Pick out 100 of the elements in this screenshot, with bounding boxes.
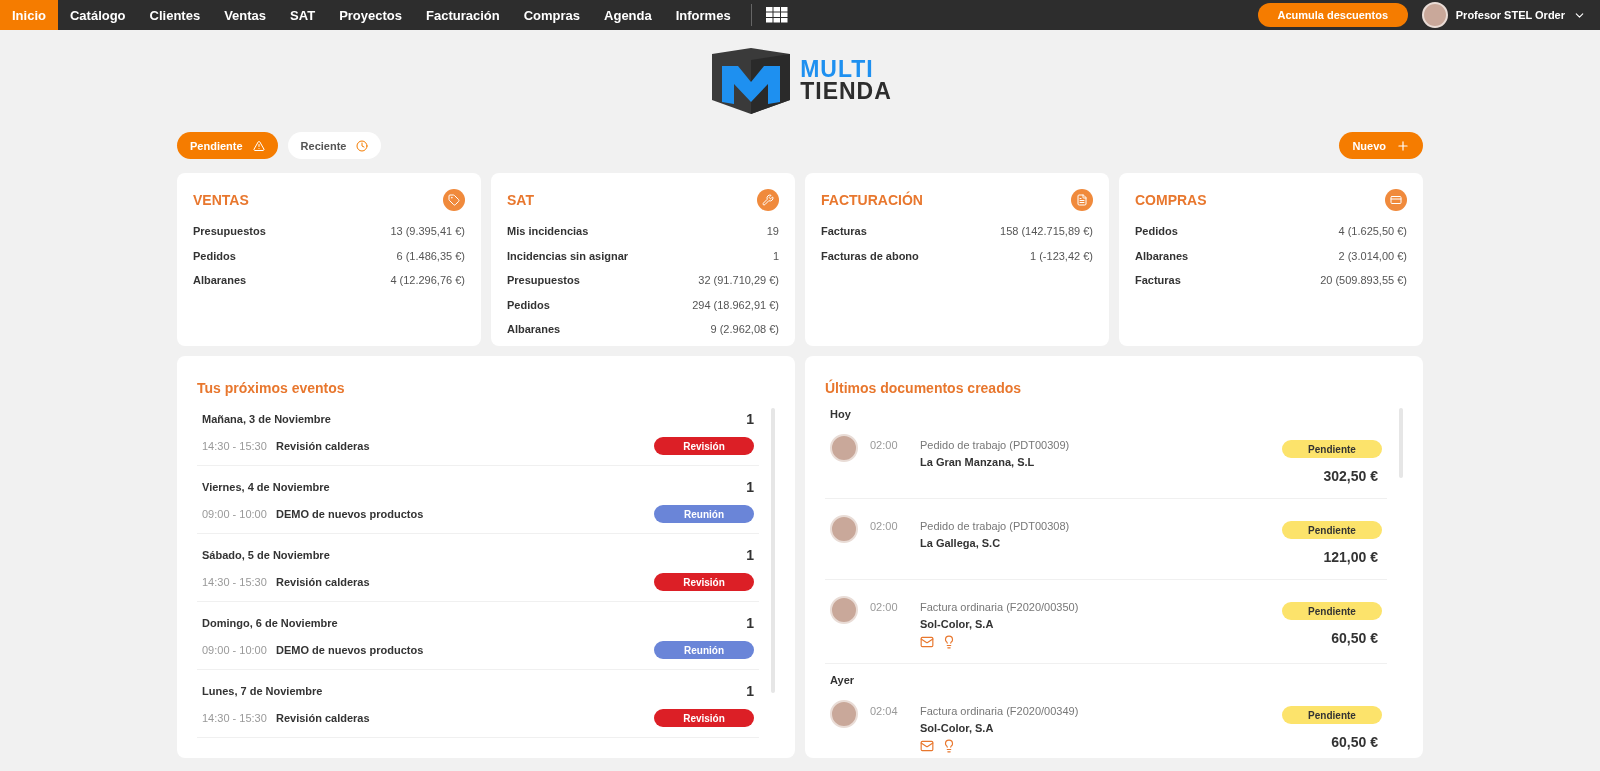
client-name: La Gallega, S.C <box>920 537 1002 549</box>
card-icon <box>1385 189 1407 211</box>
row-label[interactable]: Presupuestos <box>193 225 266 238</box>
row-value: 1 (-123,42 €) <box>1030 249 1093 262</box>
nav-tab[interactable]: Ventas <box>212 0 279 30</box>
row-value: 32 (91.710,29 €) <box>698 274 779 287</box>
row-label[interactable]: Facturas <box>1135 274 1181 287</box>
document-time: 02:00 <box>870 601 899 613</box>
row-value: 4 (12.296,76 €) <box>390 274 465 287</box>
event-date: Viernes, 4 de Noviembre <box>202 481 330 493</box>
event-time: 14:30 - 15:30 <box>202 712 268 724</box>
user-menu[interactable]: Profesor STEL Order <box>1421 2 1586 28</box>
nav-tab[interactable]: Compras <box>511 0 593 30</box>
document-amount: 60,50 € <box>1331 630 1379 646</box>
card-title: SAT <box>507 192 534 208</box>
event-name[interactable]: Revisión calderas <box>276 440 370 452</box>
event-count: 1 <box>746 683 754 699</box>
nav-tab[interactable]: Agenda <box>592 0 664 30</box>
document-title[interactable]: Factura ordinaria (F2020/00350) <box>920 601 1079 613</box>
event-date: Mañana, 3 de Noviembre <box>202 413 331 425</box>
document-title[interactable]: Factura ordinaria (F2020/00349) <box>920 705 1079 717</box>
status-badge: Pendiente <box>1282 440 1382 458</box>
event-time: 09:00 - 10:00 <box>202 644 268 656</box>
logo-text: TIENDA <box>800 81 892 103</box>
row-value: 13 (9.395,41 €) <box>390 225 465 238</box>
event-name[interactable]: Revisión calderas <box>276 576 370 588</box>
avatar <box>830 700 858 728</box>
row-label[interactable]: Pedidos <box>193 249 236 262</box>
day-label: Hoy <box>830 408 852 420</box>
panel-title: Últimos documentos creados <box>825 380 1023 396</box>
nav-tab[interactable]: Clientes <box>137 0 213 30</box>
document-amount: 121,00 € <box>1323 549 1379 565</box>
row-value: 158 (142.715,89 €) <box>1000 225 1093 238</box>
row-label[interactable]: Albaranes <box>1135 249 1189 262</box>
document-title[interactable]: Pedido de trabajo (PDT00309) <box>920 439 1070 451</box>
event-time: 14:30 - 15:30 <box>202 440 268 452</box>
row-value: 1 <box>772 249 779 262</box>
document-time: 02:00 <box>870 520 899 532</box>
client-name: Sol-Color, S.A <box>920 722 995 734</box>
day-label: Ayer <box>830 674 856 686</box>
row-label[interactable]: Albaranes <box>193 274 247 287</box>
row-label[interactable]: Incidencias sin asignar <box>507 249 629 262</box>
event-count: 1 <box>746 615 754 631</box>
event-tag: Reunión <box>654 641 754 659</box>
row-label[interactable]: Albaranes <box>507 323 561 336</box>
event-name[interactable]: Revisión calderas <box>276 712 370 724</box>
avatar <box>830 596 858 624</box>
row-label[interactable]: Pedidos <box>1135 225 1178 238</box>
lightbulb-icon[interactable] <box>942 635 956 649</box>
event-date: Lunes, 7 de Noviembre <box>202 685 323 697</box>
event-count: 1 <box>746 411 754 427</box>
nav-tab[interactable]: Informes <box>663 0 743 30</box>
row-value: 9 (2.962,08 €) <box>710 323 779 336</box>
event-count: 1 <box>746 479 754 495</box>
mail-icon[interactable] <box>920 739 934 753</box>
row-value: 294 (18.962,91 €) <box>692 298 779 311</box>
row-label[interactable]: Facturas <box>821 225 867 238</box>
document-title[interactable]: Pedido de trabajo (PDT00308) <box>920 520 1070 532</box>
clock-icon <box>356 139 369 152</box>
card-title: FACTURACIÓN <box>821 192 923 208</box>
row-value: 2 (3.014,00 €) <box>1338 249 1407 262</box>
nav-tab[interactable]: Catálogo <box>57 0 138 30</box>
avatar <box>830 434 858 462</box>
event-tag: Reunión <box>654 505 754 523</box>
row-value: 4 (1.625,50 €) <box>1338 225 1407 238</box>
filter-tab[interactable]: Reciente <box>287 132 382 159</box>
event-date: Sábado, 5 de Noviembre <box>202 549 330 561</box>
avatar <box>1421 2 1448 28</box>
wrench-icon <box>757 189 779 211</box>
event-tag: Revisión <box>654 437 754 455</box>
panel-title: Tus próximos eventos <box>197 380 346 396</box>
nav-tab[interactable]: Facturación <box>414 0 512 30</box>
row-label[interactable]: Presupuestos <box>507 274 580 287</box>
event-tag: Revisión <box>654 573 754 591</box>
row-value: 20 (509.893,55 €) <box>1320 274 1407 287</box>
lightbulb-icon[interactable] <box>942 739 956 753</box>
tag-icon <box>443 189 465 211</box>
logo-text: MULTI <box>800 59 874 81</box>
client-name: La Gran Manzana, S.L <box>920 456 1036 468</box>
status-badge: Pendiente <box>1282 602 1382 620</box>
row-value: 19 <box>766 225 779 238</box>
event-tag: Revisión <box>654 709 754 727</box>
warning-icon <box>252 139 265 152</box>
nav-tab[interactable]: SAT <box>278 0 328 30</box>
mail-icon[interactable] <box>920 635 934 649</box>
document-time: 02:04 <box>870 705 899 717</box>
document-time: 02:00 <box>870 439 899 451</box>
document-amount: 60,50 € <box>1331 734 1379 750</box>
event-name[interactable]: DEMO de nuevos productos <box>276 508 424 520</box>
event-name[interactable]: DEMO de nuevos productos <box>276 644 424 656</box>
row-label[interactable]: Facturas de abono <box>821 249 919 262</box>
apps-grid-icon[interactable] <box>765 7 788 23</box>
document-amount: 302,50 € <box>1323 468 1379 484</box>
row-label[interactable]: Mis incidencias <box>507 225 589 238</box>
document-icon <box>1071 189 1093 211</box>
row-label[interactable]: Pedidos <box>507 298 550 311</box>
nav-tab[interactable]: Proyectos <box>327 0 414 30</box>
row-value: 6 (1.486,35 €) <box>396 249 465 262</box>
card-title: VENTAS <box>193 192 249 208</box>
event-date: Domingo, 6 de Noviembre <box>202 617 338 629</box>
